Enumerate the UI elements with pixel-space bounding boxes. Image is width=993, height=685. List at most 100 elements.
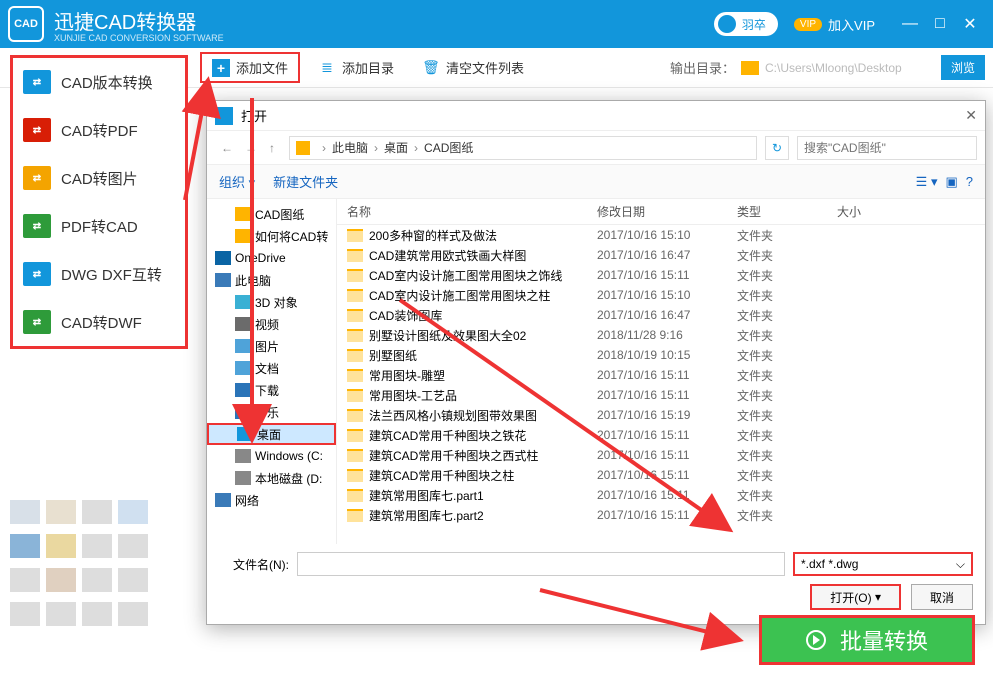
list-row[interactable]: 别墅设计图纸及效果图大全022018/11/28 9:16文件夹 [337,325,985,345]
file-date: 2017/10/16 15:10 [597,228,737,242]
sidebar-item-label: DWG DXF互转 [61,264,162,285]
open-button[interactable]: 打开(O) ▾ [810,584,901,610]
tree-node-label: 音乐 [255,404,279,421]
list-row[interactable]: CAD建筑常用欧式铁画大样图2017/10/16 16:47文件夹 [337,245,985,265]
list-row[interactable]: 建筑CAD常用千种图块之铁花2017/10/16 15:11文件夹 [337,425,985,445]
file-name: 建筑常用图库七.part2 [369,507,484,524]
folder-icon [347,369,363,382]
tree-node[interactable]: Windows (C: [207,445,336,467]
add-dir-label: 添加目录 [342,58,394,77]
folder-icon [347,329,363,342]
search-input[interactable] [797,136,977,160]
col-type[interactable]: 类型 [737,203,837,220]
filetype-dropdown[interactable]: *.dxf *.dwg ⌵ [793,552,973,576]
list-row[interactable]: 法兰西风格小镇规划图带效果图2017/10/16 15:19文件夹 [337,405,985,425]
tree-node-label: 3D 对象 [255,294,298,311]
list-row[interactable]: 别墅图纸2018/10/19 10:15文件夹 [337,345,985,365]
close-button[interactable]: ✕ [955,14,985,34]
list-row[interactable]: 常用图块-雕塑2017/10/16 15:11文件夹 [337,365,985,385]
user-pill[interactable]: 羽卒 [714,12,778,36]
maximize-button[interactable]: □ [925,15,955,33]
file-name: 建筑常用图库七.part1 [369,487,484,504]
list-row[interactable]: CAD室内设计施工图常用图块之柱2017/10/16 15:10文件夹 [337,285,985,305]
tree-node[interactable]: 此电脑 [207,269,336,291]
file-name: CAD装饰图库 [369,307,442,324]
tree-node[interactable]: OneDrive [207,247,336,269]
file-type: 文件夹 [737,287,837,304]
list-row[interactable]: CAD室内设计施工图常用图块之饰线2017/10/16 15:11文件夹 [337,265,985,285]
tree-node[interactable]: 3D 对象 [207,291,336,313]
nav-up-button[interactable]: ↑ [263,139,281,157]
help-button[interactable]: ? [966,174,973,190]
tree-node[interactable]: 下载 [207,379,336,401]
sidebar-item-icon: ⇄ [23,118,51,142]
vip-button[interactable]: VIP 加入VIP [794,15,875,34]
batch-convert-button[interactable]: 批量转换 [759,615,975,665]
dialog-titlebar: 打开 ✕ [207,101,985,131]
tree-node[interactable]: 音乐 [207,401,336,423]
organize-button[interactable]: 组织 ▾ [219,172,255,191]
tree-node-label: 视频 [255,316,279,333]
sidebar-item-icon: ⇄ [23,262,51,286]
crumb-folder[interactable]: CAD图纸 [424,139,473,156]
list-row[interactable]: 200多种窗的样式及做法2017/10/16 15:10文件夹 [337,225,985,245]
file-type: 文件夹 [737,467,837,484]
crumb-pc[interactable]: 此电脑 [332,139,368,156]
dialog-nav: ← → ↑ › 此电脑 › 桌面 › CAD图纸 ↻ [207,131,985,165]
sidebar-item[interactable]: ⇄CAD转图片 [13,154,185,202]
folder-icon [347,289,363,302]
dialog-close-button[interactable]: ✕ [965,107,977,124]
tree-node[interactable]: 视频 [207,313,336,335]
col-size[interactable]: 大小 [837,203,985,220]
col-date[interactable]: 修改日期 [597,203,737,220]
tree-node[interactable]: CAD图纸 [207,203,336,225]
file-name: 别墅图纸 [369,347,417,364]
sidebar-item[interactable]: ⇄PDF转CAD [13,202,185,250]
list-row[interactable]: 建筑CAD常用千种图块之柱2017/10/16 15:11文件夹 [337,465,985,485]
sidebar-item[interactable]: ⇄CAD版本转换 [13,58,185,106]
file-name: 别墅设计图纸及效果图大全02 [369,327,526,344]
sidebar-item[interactable]: ⇄CAD转PDF [13,106,185,154]
breadcrumb[interactable]: › 此电脑 › 桌面 › CAD图纸 [289,136,757,160]
file-name: 常用图块-工艺品 [369,387,457,404]
tree-node[interactable]: 图片 [207,335,336,357]
tree-node[interactable]: 网络 [207,489,336,511]
sidebar-item[interactable]: ⇄ DWG DXF互转 [13,250,185,298]
file-type: 文件夹 [737,487,837,504]
view-mode-button[interactable]: ☰ ▾ [916,174,938,190]
tree-node-icon [235,405,251,419]
user-name: 羽卒 [742,16,766,33]
new-folder-button[interactable]: 新建文件夹 [273,172,338,191]
list-row[interactable]: 建筑常用图库七.part22017/10/16 15:11文件夹 [337,505,985,525]
tree-node[interactable]: 如何将CAD转 [207,225,336,247]
list-row[interactable]: 建筑常用图库七.part1 2017/10/16 15:11文件夹 [337,485,985,505]
sidebar-item[interactable]: ⇄CAD转DWF [13,298,185,346]
tree-node-label: Windows (C: [255,449,323,463]
list-row[interactable]: 常用图块-工艺品2017/10/16 15:11文件夹 [337,385,985,405]
browse-button[interactable]: 浏览 [941,55,985,80]
file-type: 文件夹 [737,267,837,284]
col-name[interactable]: 名称 [337,203,597,220]
dialog-title: 打开 [241,106,267,125]
file-name: 建筑CAD常用千种图块之铁花 [369,427,526,444]
file-date: 2017/10/16 15:11 [597,488,737,502]
file-name: CAD室内设计施工图常用图块之柱 [369,287,550,304]
minimize-button[interactable]: — [895,15,925,33]
nav-back-button[interactable]: ← [215,139,239,157]
crumb-desktop[interactable]: 桌面 [384,139,408,156]
list-row[interactable]: CAD装饰图库2017/10/16 16:47文件夹 [337,305,985,325]
list-row[interactable]: 建筑CAD常用千种图块之西式柱2017/10/16 15:11文件夹 [337,445,985,465]
tree-node[interactable]: 桌面 [207,423,336,445]
filename-input[interactable] [297,552,785,576]
nav-fwd-button[interactable]: → [239,139,263,157]
tree-node[interactable]: 文档 [207,357,336,379]
tree-node[interactable]: 本地磁盘 (D: [207,467,336,489]
file-date: 2017/10/16 15:11 [597,368,737,382]
view-pane-button[interactable]: ▣ [945,174,957,190]
file-date: 2017/10/16 16:47 [597,248,737,262]
cancel-button[interactable]: 取消 [911,584,973,610]
refresh-button[interactable]: ↻ [765,136,789,160]
add-dir-button[interactable]: ≣ 添加目录 [308,54,404,81]
clear-list-button[interactable]: 🗑 清空文件列表 [412,54,534,81]
add-file-button[interactable]: + 添加文件 [200,52,300,83]
